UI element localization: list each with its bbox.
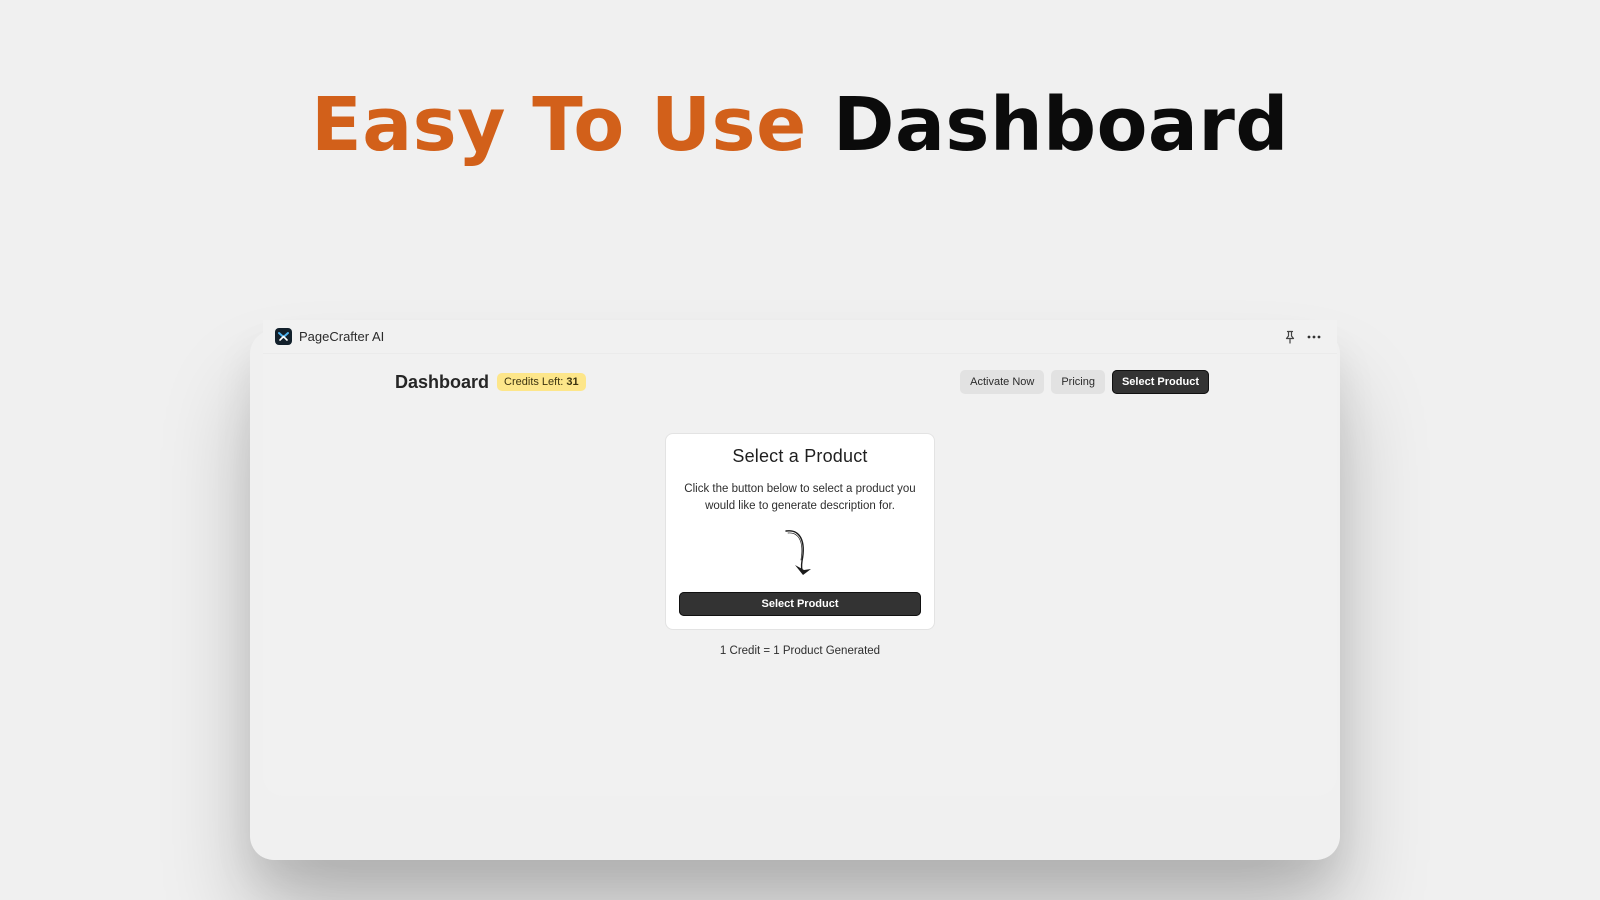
hero-title-main: Dashboard: [833, 82, 1289, 168]
credits-value: 31: [566, 376, 579, 388]
credits-label: Credits Left:: [504, 376, 564, 388]
credits-badge: Credits Left: 31: [497, 373, 586, 391]
pricing-button[interactable]: Pricing: [1051, 370, 1105, 394]
activate-now-button[interactable]: Activate Now: [960, 370, 1045, 394]
hero-title-accent: Easy To Use: [311, 82, 807, 168]
hero-title: Easy To Use Dashboard: [0, 88, 1600, 162]
app-window: PageCrafter AI Dashboard Credits Left: 3…: [263, 320, 1337, 796]
select-product-button[interactable]: Select Product: [679, 592, 921, 616]
card-description: Click the button below to select a produ…: [684, 483, 916, 512]
dashboard-header: Dashboard Credits Left: 31 Activate Now …: [395, 368, 1209, 396]
credit-footnote: 1 Credit = 1 Product Generated: [719, 645, 881, 657]
card-title: Select a Product: [732, 446, 868, 466]
select-product-card: Select a Product Click the button below …: [665, 433, 935, 630]
curved-arrow-icon: [785, 530, 811, 575]
page-title: Dashboard: [395, 371, 490, 392]
more-icon[interactable]: [1303, 326, 1325, 348]
app-name: PageCrafter AI: [299, 329, 385, 344]
titlebar: PageCrafter AI: [263, 320, 1337, 354]
pin-icon[interactable]: [1279, 326, 1301, 348]
app-logo-icon: [275, 328, 292, 345]
select-product-header-button[interactable]: Select Product: [1111, 370, 1209, 394]
